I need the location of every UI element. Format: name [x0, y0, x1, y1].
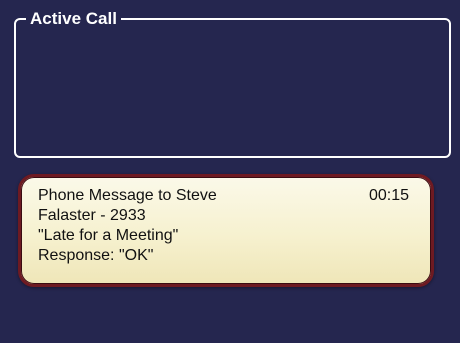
- call-panel: Active Call Phone Message to Steve 00:15…: [0, 0, 460, 343]
- message-response: Response: "OK": [38, 247, 154, 264]
- message-recipient: Phone Message to Steve: [38, 187, 217, 204]
- phone-message-card[interactable]: Phone Message to Steve 00:15 Falaster - …: [18, 174, 434, 287]
- active-call-title: Active Call: [26, 9, 121, 29]
- message-timer: 00:15: [368, 187, 409, 204]
- active-call-group: [14, 18, 451, 158]
- message-text: "Late for a Meeting": [38, 227, 179, 244]
- message-extension: Falaster - 2933: [38, 207, 146, 224]
